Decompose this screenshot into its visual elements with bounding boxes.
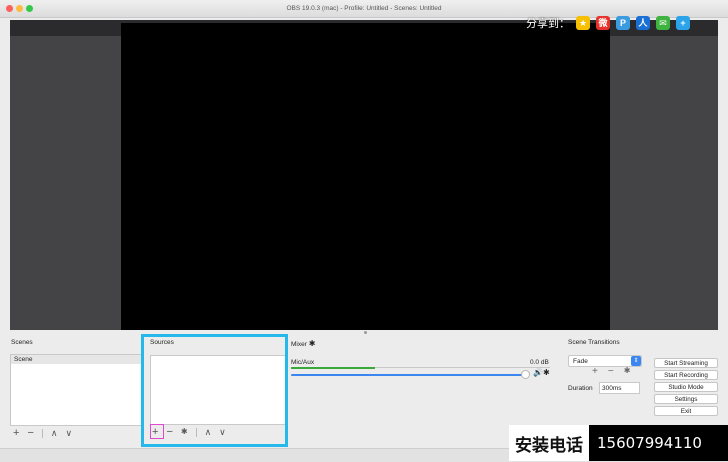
remove-transition-button[interactable]: − xyxy=(608,366,614,377)
start-streaming-button[interactable]: Start Streaming xyxy=(654,358,718,368)
start-recording-button[interactable]: Start Recording xyxy=(654,370,718,380)
weibo-icon[interactable]: 微 xyxy=(596,16,610,30)
dock-splitter-handle[interactable] xyxy=(364,331,367,334)
add-source-highlight-box xyxy=(150,424,164,439)
volume-slider-track[interactable] xyxy=(291,374,524,376)
install-phone-banner: 安装电话 15607994110 xyxy=(509,425,728,461)
scenes-toolbar: + − ∧ ∨ xyxy=(13,426,80,440)
move-scene-up-button[interactable]: ∧ xyxy=(51,426,58,440)
share-bar: 分享到： ★ 微 P 人 ✉ + xyxy=(526,12,696,34)
qzone-icon[interactable]: ★ xyxy=(576,16,590,30)
more-icon[interactable]: + xyxy=(676,16,690,30)
mixer-level: 0.0 dB xyxy=(530,359,549,366)
transition-toolbar: + − ✱ xyxy=(592,366,640,377)
mixer-channel-name: Mic/Aux xyxy=(291,359,315,366)
renren-icon[interactable]: 人 xyxy=(636,16,650,30)
duration-input[interactable]: 300ms xyxy=(599,382,640,394)
install-phone-label: 安装电话 xyxy=(515,435,583,456)
duration-value: 300ms xyxy=(602,385,622,392)
transition-gear-icon[interactable]: ✱ xyxy=(624,366,631,377)
wechat-icon[interactable]: ✉ xyxy=(656,16,670,30)
mixer-gear-icon[interactable]: ✱ xyxy=(309,339,316,348)
add-transition-button[interactable]: + xyxy=(592,366,598,377)
window-title: OBS 19.0.3 (mac) - Profile: Untitled - S… xyxy=(286,5,442,12)
mixer-title-label: Mixer xyxy=(291,341,307,348)
mixer-title: Mixer ✱ xyxy=(291,339,315,348)
move-scene-down-button[interactable]: ∨ xyxy=(65,426,72,440)
select-arrows-icon: ⇕ xyxy=(631,356,641,366)
transitions-title: Scene Transitions xyxy=(568,339,620,346)
remove-scene-button[interactable]: − xyxy=(27,426,33,440)
share-label: 分享到： xyxy=(526,17,570,30)
scenes-title: Scenes xyxy=(11,339,33,346)
audio-meter-level xyxy=(291,367,375,369)
exit-button[interactable]: Exit xyxy=(654,406,718,416)
studio-mode-button[interactable]: Studio Mode xyxy=(654,382,718,392)
transition-selected-value: Fade xyxy=(573,358,588,365)
duration-label: Duration xyxy=(568,385,593,392)
settings-button[interactable]: Settings xyxy=(654,394,718,404)
volume-slider-handle[interactable] xyxy=(521,370,530,379)
minimize-window-button[interactable] xyxy=(16,5,23,12)
scene-item[interactable]: Scene xyxy=(11,355,141,364)
close-window-button[interactable] xyxy=(6,5,13,12)
audio-meter-track xyxy=(375,367,550,368)
tencent-icon[interactable]: P xyxy=(616,16,630,30)
scenes-list[interactable]: Scene xyxy=(10,354,142,426)
maximize-window-button[interactable] xyxy=(26,5,33,12)
install-phone-number: 15607994110 xyxy=(589,425,728,461)
preview-canvas[interactable] xyxy=(121,23,610,330)
add-scene-button[interactable]: + xyxy=(13,426,19,440)
speaker-icon[interactable]: 🔊✱ xyxy=(533,368,550,377)
